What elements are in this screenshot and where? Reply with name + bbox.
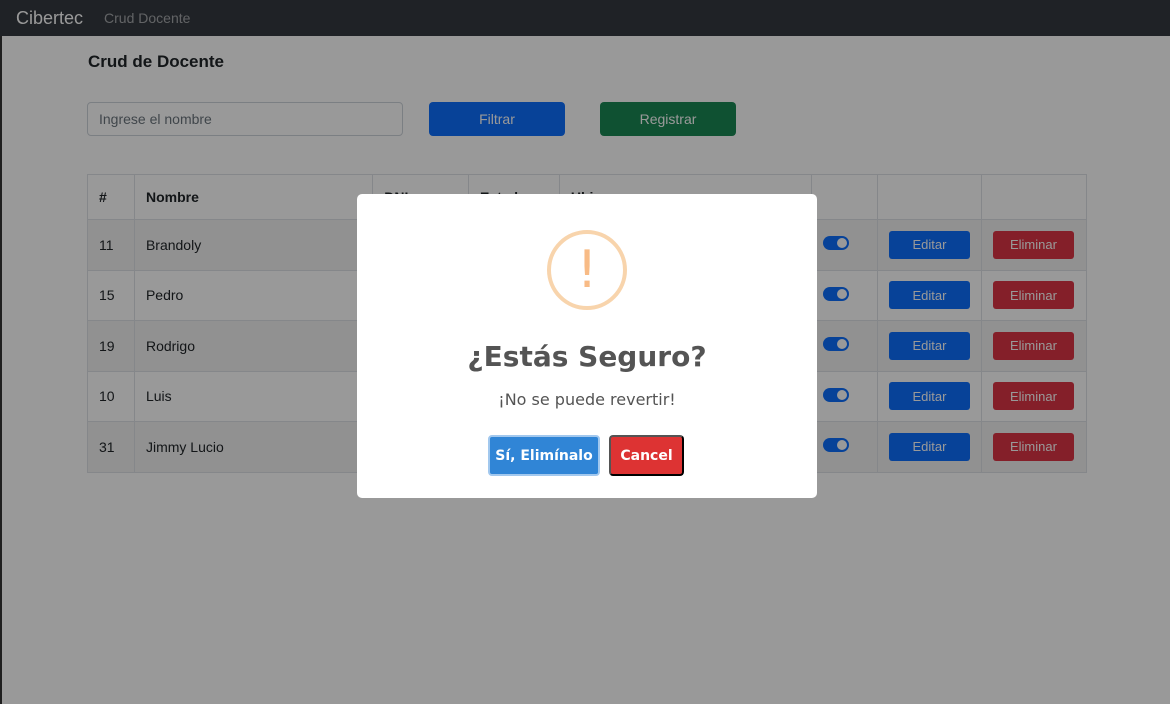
confirm-dialog: ! ¿Estás Seguro? ¡No se puede revertir! …: [357, 194, 817, 498]
dialog-text: ¡No se puede revertir!: [498, 390, 676, 409]
dialog-title: ¿Estás Seguro?: [467, 340, 707, 373]
exclamation-glyph: !: [576, 240, 598, 300]
dialog-actions: Sí, Elimínalo Cancel: [488, 435, 684, 476]
confirm-delete-button[interactable]: Sí, Elimínalo: [488, 435, 600, 476]
cancel-button[interactable]: Cancel: [609, 435, 684, 476]
window-left-border: [0, 36, 2, 704]
warning-icon: !: [547, 230, 627, 310]
